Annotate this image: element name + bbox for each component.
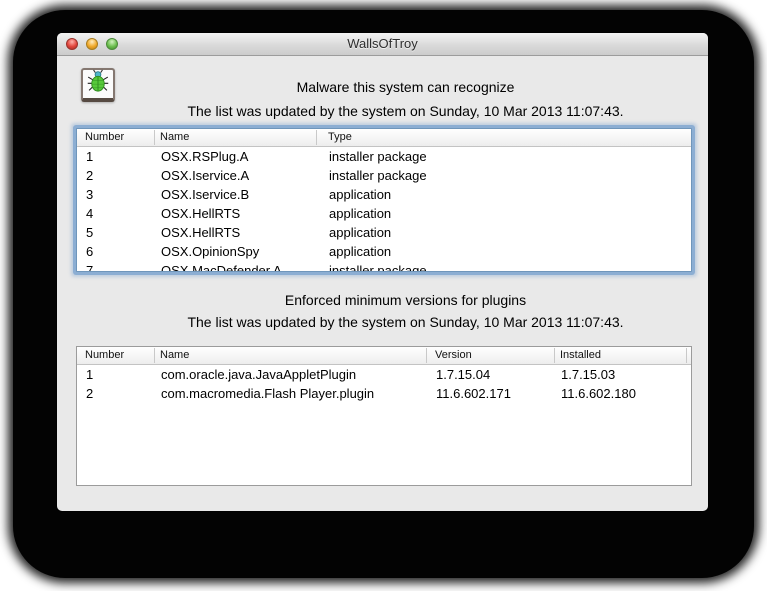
column-header-name[interactable]: Name [160, 349, 189, 361]
table-row[interactable]: 3 OSX.Iservice.B application [77, 185, 691, 204]
table-row[interactable]: 1 com.oracle.java.JavaAppletPlugin 1.7.15.… [77, 365, 691, 384]
close-button[interactable] [66, 38, 78, 50]
table-cell: com.oracle.java.JavaAppletPlugin [161, 367, 356, 382]
section-heading-plugins: Enforced minimum versions for plugins [103, 292, 708, 308]
table-cell: 11.6.602.180 [561, 386, 636, 401]
table-cell: 3 [86, 187, 93, 202]
column-header-number[interactable]: Number [85, 131, 124, 143]
column-header-version[interactable]: Version [435, 349, 472, 361]
table-cell: installer package [329, 149, 427, 164]
section-updated-malware: The list was updated by the system on Su… [103, 103, 708, 119]
table-cell: installer package [329, 263, 427, 272]
minimize-button[interactable] [86, 38, 98, 50]
zoom-button[interactable] [106, 38, 118, 50]
table-cell: OSX.HellRTS [161, 206, 240, 221]
table-cell: OSX.HellRTS [161, 225, 240, 240]
table-cell: installer package [329, 168, 427, 183]
table-cell: 1.7.15.04 [436, 367, 490, 382]
table-row[interactable]: 2 com.macromedia.Flash Player.plugin 11.6.… [77, 384, 691, 403]
column-header-name[interactable]: Name [160, 131, 189, 143]
column-separator [554, 348, 555, 363]
table-row[interactable]: 6 OSX.OpinionSpy application [77, 242, 691, 261]
table-cell: application [329, 187, 391, 202]
malware-table-body: 1 OSX.RSPlug.A installer package 2 OSX.Iserv… [77, 147, 691, 272]
column-separator [154, 130, 155, 145]
column-header-type[interactable]: Type [328, 131, 352, 143]
table-cell: application [329, 225, 391, 240]
column-separator [686, 348, 687, 363]
malware-table[interactable]: Number Name Type 1 OSX.RSPlug.A installer pa… [76, 128, 692, 272]
section-heading-malware: Malware this system can recognize [103, 79, 708, 95]
table-cell: OSX.OpinionSpy [161, 244, 259, 259]
table-cell: com.macromedia.Flash Player.plugin [161, 386, 374, 401]
column-header-installed[interactable]: Installed [560, 349, 601, 361]
table-cell: 1.7.15.03 [561, 367, 615, 382]
table-cell: OSX.RSPlug.A [161, 149, 248, 164]
table-row[interactable]: 1 OSX.RSPlug.A installer package [77, 147, 691, 166]
app-window: WallsOfTroy Malware this system can reco… [57, 33, 708, 511]
table-cell: OSX.Iservice.B [161, 187, 249, 202]
table-cell: 1 [86, 367, 93, 382]
table-cell: 7 [86, 263, 93, 272]
table-cell: 11.6.602.171 [436, 386, 511, 401]
malware-table-header: Number Name Type [77, 129, 691, 147]
table-cell: 4 [86, 206, 93, 221]
column-separator [316, 130, 317, 145]
column-separator [426, 348, 427, 363]
section-updated-plugins: The list was updated by the system on Su… [103, 314, 708, 330]
table-row[interactable]: 5 OSX.HellRTS application [77, 223, 691, 242]
column-header-number[interactable]: Number [85, 349, 124, 361]
table-cell: 1 [86, 149, 93, 164]
table-cell: application [329, 244, 391, 259]
table-cell: OSX.Iservice.A [161, 168, 249, 183]
table-row[interactable]: 7 OSX.MacDefender.A installer package [77, 261, 691, 272]
titlebar[interactable]: WallsOfTroy [57, 33, 708, 56]
table-cell: 5 [86, 225, 93, 240]
table-cell: 6 [86, 244, 93, 259]
table-cell: application [329, 206, 391, 221]
window-title: WallsOfTroy [57, 33, 708, 55]
table-cell: 2 [86, 168, 93, 183]
plugins-table-header: Number Name Version Installed [77, 347, 691, 365]
table-row[interactable]: 2 OSX.Iservice.A installer package [77, 166, 691, 185]
table-cell: 2 [86, 386, 93, 401]
plugins-table-body: 1 com.oracle.java.JavaAppletPlugin 1.7.15.… [77, 365, 691, 403]
table-row[interactable]: 4 OSX.HellRTS application [77, 204, 691, 223]
column-separator [154, 348, 155, 363]
table-cell: OSX.MacDefender.A [161, 263, 282, 272]
plugins-table[interactable]: Number Name Version Installed 1 com.oracle.j… [76, 346, 692, 486]
